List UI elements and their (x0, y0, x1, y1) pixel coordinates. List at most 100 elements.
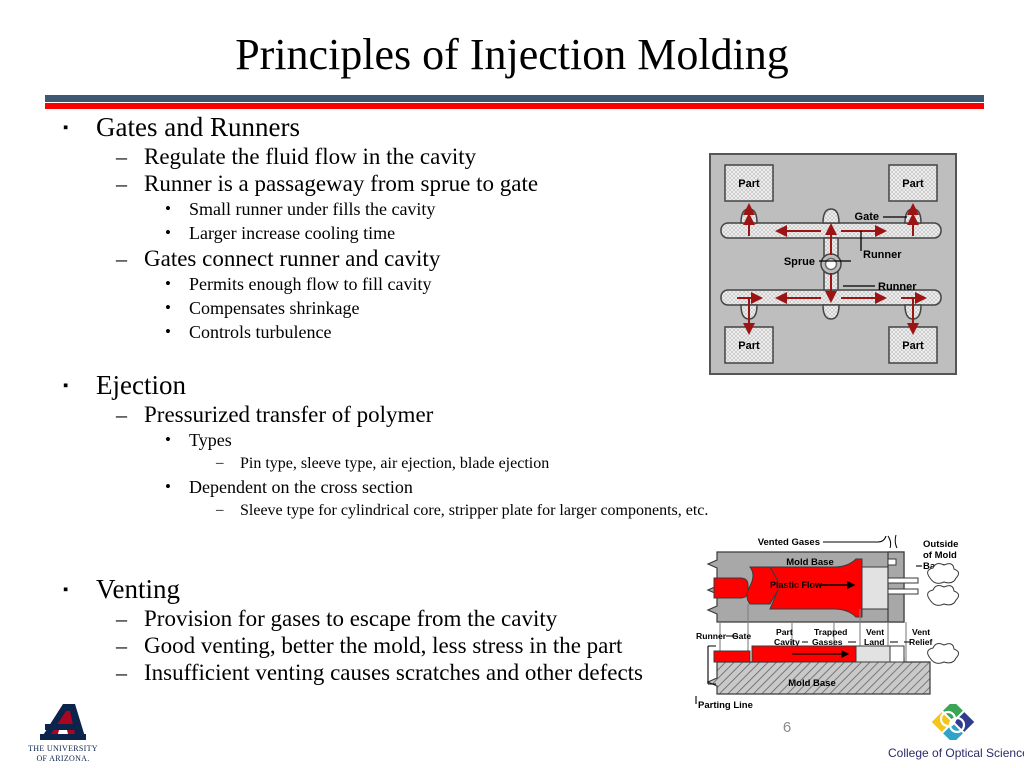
svg-text:Part: Part (902, 178, 924, 190)
bullet-line-level-3: • Types (0, 428, 700, 452)
bullet-line-level-3: • Controls turbulence (0, 320, 700, 344)
bullet-line-level-2: – Provision for gases to escape from the … (0, 605, 700, 632)
svg-text:of Mold: of Mold (923, 550, 957, 561)
bullet-line-level-2: – Good venting, better the mold, less str… (0, 632, 700, 659)
bullet-text: Dependent on the cross section (189, 477, 413, 497)
optical-sciences-label: College of Optical Sciences (888, 746, 1024, 760)
part-box-top-left: Part (724, 164, 774, 202)
svg-text:Parting Line: Parting Line (698, 700, 753, 711)
label-gate: Gate (855, 211, 879, 223)
label-runner-lower: Runner (878, 281, 917, 293)
bullet-marker: – (116, 171, 127, 196)
bullet-line-level-2: – Insufficient venting causes scratches a… (0, 659, 700, 686)
arizona-logo-line1: The University (28, 744, 98, 753)
bullet-text: Pressurized transfer of polymer (144, 402, 434, 427)
bullet-marker: • (165, 199, 171, 218)
label-sprue: Sprue (784, 256, 815, 268)
arizona-a-icon (8, 703, 118, 743)
bullet-marker: – (116, 402, 127, 427)
bullet-line-level-2: – Pressurized transfer of polymer (0, 401, 700, 428)
svg-text:Mold Base: Mold Base (786, 557, 834, 568)
bullet-text: Permits enough flow to fill cavity (189, 274, 432, 294)
bullet-marker: • (165, 298, 171, 317)
slide-body: ▪ Gates and Runners – Regulate the fluid fl… (0, 112, 708, 686)
bullet-line-level-2: – Gates connect runner and cavity (0, 245, 700, 272)
bullet-text: Venting (96, 574, 180, 604)
bullet-text: Regulate the fluid flow in the cavity (144, 144, 477, 169)
bullet-text: Pin type, sleeve type, air ejection, bla… (240, 455, 550, 472)
sprue-port (820, 253, 842, 275)
bullet-text: Gates and Runners (96, 112, 300, 142)
mold-base-lower: Mold Base (706, 657, 931, 695)
bullet-marker: ▪ (63, 582, 69, 598)
bullet-text: Provision for gases to escape from the c… (144, 606, 558, 631)
arizona-logo-line2: of Arizona. (36, 754, 90, 763)
bullet-marker: • (165, 430, 171, 449)
bullet-line-level-3: • Larger increase cooling time (0, 221, 700, 245)
bullet-line-level-2: – Regulate the fluid flow in the cavity (0, 143, 700, 170)
vented-gases-callout: Vented Gases (758, 534, 898, 549)
bullet-marker: – (116, 633, 127, 658)
bullet-text: Ejection (96, 370, 186, 400)
part-box-top-right: Part (888, 164, 938, 202)
gas-puff-icons (927, 563, 960, 664)
svg-text:Vent: Vent (866, 627, 884, 637)
bullet-line-level-1: ▪ Venting (0, 574, 700, 605)
bullet-text: Gates connect runner and cavity (144, 246, 441, 271)
svg-text:Part: Part (738, 340, 760, 352)
bullet-text: Runner is a passageway from sprue to gat… (144, 171, 539, 196)
bullet-marker: ▪ (63, 120, 69, 136)
venting-diagram: Mold Base Plastic Flow Vented Gases Outs… (692, 534, 987, 714)
svg-text:Outside: Outside (923, 539, 958, 550)
lower-plastic (713, 645, 905, 663)
bullet-text: Controls turbulence (189, 322, 332, 342)
svg-text:Relief: Relief (909, 637, 933, 647)
bullet-marker: – (116, 660, 127, 685)
label-runner-upper: Runner (863, 249, 902, 261)
bullet-text: Sleeve type for cylindrical core, stripp… (240, 502, 709, 519)
bullet-marker: • (165, 274, 171, 293)
bullet-line-level-1: ▪ Gates and Runners (0, 112, 700, 143)
bullet-marker: • (165, 477, 171, 496)
svg-text:Trapped: Trapped (814, 627, 847, 637)
bullet-marker: • (165, 223, 171, 242)
bullet-marker: – (216, 455, 224, 471)
svg-text:Runner: Runner (696, 631, 727, 641)
bullet-marker: – (116, 246, 127, 271)
university-of-arizona-logo: The University of Arizona. (8, 703, 118, 763)
bullet-marker: ▪ (63, 378, 69, 394)
bullet-text: Larger increase cooling time (189, 223, 396, 243)
svg-text:Vented Gases: Vented Gases (758, 537, 820, 548)
svg-text:Vent: Vent (912, 627, 930, 637)
svg-text:Part: Part (902, 340, 924, 352)
divider-bar-blue (45, 95, 984, 102)
svg-text:Mold Base: Mold Base (788, 678, 836, 689)
svg-text:Part: Part (738, 178, 760, 190)
page-title: Principles of Injection Molding (235, 30, 789, 79)
page-number: 6 (782, 719, 792, 736)
bullet-marker: • (165, 322, 171, 341)
bullet-text: Good venting, better the mold, less stre… (144, 633, 623, 658)
bullet-line-level-3: • Dependent on the cross section (0, 475, 700, 499)
bullet-line-level-4: – Sleeve type for cylindrical core, strip… (0, 499, 708, 522)
bullet-text: Insufficient venting causes scratches an… (144, 660, 643, 685)
bullet-line-level-3: • Compensates shrinkage (0, 296, 700, 320)
bullet-marker: – (216, 502, 224, 518)
bullet-line-level-3: • Permits enough flow to fill cavity (0, 272, 700, 296)
runner-gate-diagram: Part Part Part Part Gate Sprue Runner Ru… (709, 153, 957, 375)
svg-text:Plastic Flow: Plastic Flow (770, 580, 823, 590)
bullet-line-level-4: – Pin type, sleeve type, air ejection, bl… (0, 452, 700, 475)
bullet-text: Types (189, 430, 232, 450)
bullet-text: Compensates shrinkage (189, 298, 360, 318)
college-of-optical-sciences-logo: College of Optical Sciences (888, 700, 1024, 764)
bullet-line-level-1: ▪ Ejection (0, 370, 700, 401)
dimension-labels: Runner Gate Part Cavity Trapped Gasses V… (696, 627, 933, 647)
bullet-line-level-2: – Runner is a passageway from sprue to ga… (0, 170, 700, 197)
bullet-text: Small runner under fills the cavity (189, 199, 436, 219)
bullet-marker: – (116, 144, 127, 169)
title-divider (45, 95, 984, 109)
bullet-line-level-3: • Small runner under fills the cavity (0, 197, 700, 221)
